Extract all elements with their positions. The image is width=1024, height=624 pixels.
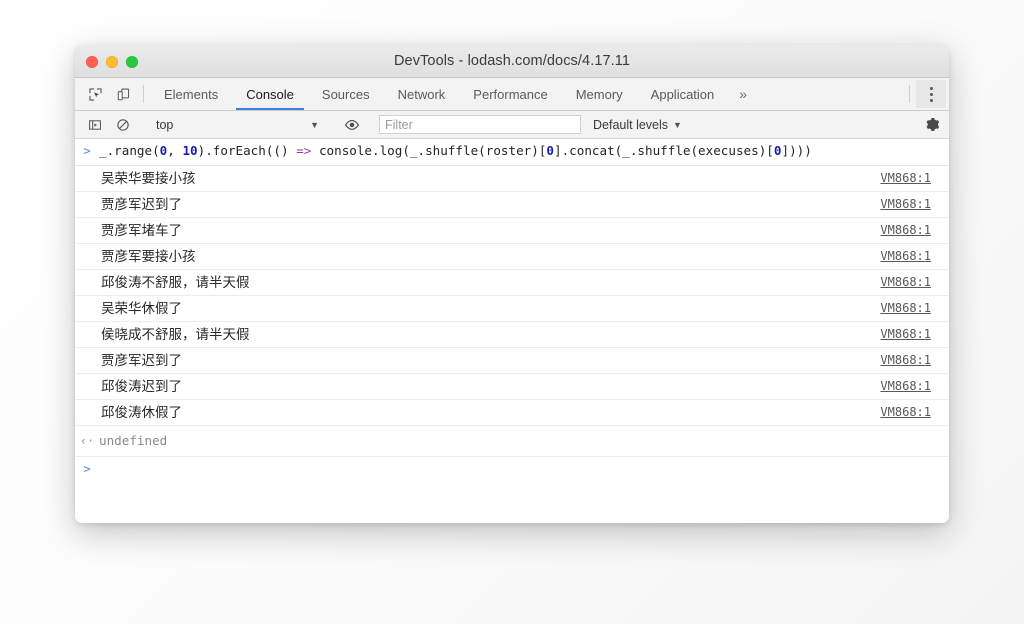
- tab-application[interactable]: Application: [637, 78, 729, 110]
- console-result-value: undefined: [99, 432, 168, 448]
- log-source-link[interactable]: VM868:1: [880, 374, 949, 399]
- console-log-row: 贾彦军堵车了 VM868:1: [75, 218, 949, 244]
- code-number: 0: [546, 143, 554, 158]
- log-gutter: [75, 204, 99, 205]
- code-part: console.log(_.shuffle(roster)[: [311, 143, 547, 158]
- code-number: 10: [182, 143, 198, 158]
- log-gutter: [75, 178, 99, 179]
- code-part: ].concat(_.shuffle(execuses)[: [554, 143, 774, 158]
- toolbar-divider: [143, 85, 144, 103]
- log-source-link[interactable]: VM868:1: [880, 348, 949, 373]
- result-marker-icon: ‹·: [79, 434, 95, 448]
- tab-sources[interactable]: Sources: [308, 78, 384, 110]
- devtools-tabbar: Elements Console Sources Network Perform…: [75, 78, 949, 111]
- window-titlebar: DevTools - lodash.com/docs/4.17.11: [75, 45, 949, 78]
- log-source-link[interactable]: VM868:1: [880, 218, 949, 243]
- log-levels-label: Default levels: [593, 117, 669, 132]
- log-source-link[interactable]: VM868:1: [880, 192, 949, 217]
- live-expression-eye-icon[interactable]: [338, 118, 366, 132]
- tab-network[interactable]: Network: [384, 78, 460, 110]
- code-part: _.range(: [99, 143, 160, 158]
- log-source-link[interactable]: VM868:1: [880, 322, 949, 347]
- panel-tabs: Elements Console Sources Network Perform…: [150, 78, 903, 110]
- log-gutter: [75, 386, 99, 387]
- clear-console-icon[interactable]: [109, 118, 137, 132]
- window-title: DevTools - lodash.com/docs/4.17.11: [393, 53, 631, 69]
- log-source-link[interactable]: VM868:1: [880, 296, 949, 321]
- console-log-row: 吴荣华休假了 VM868:1: [75, 296, 949, 322]
- execution-context-value: top: [156, 117, 174, 132]
- code-part: ).forEach((): [197, 143, 297, 158]
- prompt-marker-icon: >: [83, 144, 91, 158]
- console-log-row: 贾彦军要接小孩 VM868:1: [75, 244, 949, 270]
- log-gutter: [75, 334, 99, 335]
- tab-memory[interactable]: Memory: [562, 78, 637, 110]
- console-log-row: 吴荣华要接小孩 VM868:1: [75, 166, 949, 192]
- log-message: 贾彦军迟到了: [101, 352, 182, 368]
- tab-elements[interactable]: Elements: [150, 78, 232, 110]
- more-tabs-chevron-icon[interactable]: »: [728, 78, 758, 110]
- more-vertical-icon[interactable]: [916, 80, 946, 108]
- log-levels-select[interactable]: Default levels ▼: [593, 118, 682, 132]
- filter-input[interactable]: [379, 115, 581, 134]
- console-input-code[interactable]: _.range( 0, 10).forEach(() => console.log…: [99, 143, 949, 160]
- settings-gear-icon[interactable]: [915, 117, 949, 132]
- log-gutter: [75, 256, 99, 257]
- tab-console[interactable]: Console: [232, 78, 308, 110]
- log-message: 贾彦军要接小孩: [101, 248, 196, 264]
- code-arrow-operator: =>: [296, 143, 312, 158]
- console-log-row: 邱俊涛不舒服，请半天假 VM868:1: [75, 270, 949, 296]
- log-message: 贾彦军堵车了: [101, 222, 182, 238]
- close-button[interactable]: [86, 55, 98, 68]
- log-message: 邱俊涛迟到了: [101, 378, 182, 394]
- log-gutter: [75, 230, 99, 231]
- console-prompt-row[interactable]: >: [75, 457, 949, 481]
- code-part: ,: [167, 143, 183, 158]
- log-message: 邱俊涛不舒服，请半天假: [101, 274, 250, 290]
- log-gutter: [75, 308, 99, 309]
- devtools-window: DevTools - lodash.com/docs/4.17.11 Eleme…: [75, 45, 949, 523]
- log-source-link[interactable]: VM868:1: [880, 244, 949, 269]
- chevron-down-icon: ▼: [310, 119, 319, 130]
- log-gutter: [75, 360, 99, 361]
- device-toolbar-icon[interactable]: [109, 78, 137, 110]
- console-sidebar-toggle-icon[interactable]: [81, 118, 109, 132]
- console-log-row: 侯晓成不舒服，请半天假 VM868:1: [75, 322, 949, 348]
- log-message: 吴荣华要接小孩: [101, 170, 196, 186]
- window-controls: [86, 45, 138, 78]
- execution-context-select[interactable]: top ▼: [150, 115, 325, 135]
- log-source-link[interactable]: VM868:1: [880, 270, 949, 295]
- console-log-row: 贾彦军迟到了 VM868:1: [75, 192, 949, 218]
- console-output[interactable]: > _.range( 0, 10).forEach(() => console.l…: [75, 139, 949, 523]
- prompt-marker-icon: >: [83, 461, 91, 476]
- log-message: 侯晓成不舒服，请半天假: [101, 326, 250, 342]
- tabbar-divider: [909, 85, 910, 103]
- zoom-button[interactable]: [126, 55, 138, 68]
- minimize-button[interactable]: [106, 55, 118, 68]
- log-source-link[interactable]: VM868:1: [880, 400, 949, 425]
- console-log-row: 邱俊涛休假了 VM868:1: [75, 400, 949, 426]
- console-toolbar: top ▼ Default levels ▼: [75, 111, 949, 139]
- log-gutter: [75, 282, 99, 283]
- code-part: ]))): [781, 143, 812, 158]
- console-log-row: 贾彦军迟到了 VM868:1: [75, 348, 949, 374]
- log-source-link[interactable]: VM868:1: [880, 166, 949, 191]
- console-input-row: > _.range( 0, 10).forEach(() => console.l…: [75, 139, 949, 166]
- log-message: 吴荣华休假了: [101, 300, 182, 316]
- log-gutter: [75, 412, 99, 413]
- console-log-row: 邱俊涛迟到了 VM868:1: [75, 374, 949, 400]
- log-message: 邱俊涛休假了: [101, 404, 182, 420]
- console-result-row: ‹· undefined: [75, 426, 949, 457]
- chevron-down-icon: ▼: [673, 119, 682, 130]
- tab-performance[interactable]: Performance: [459, 78, 561, 110]
- inspect-element-icon[interactable]: [81, 78, 109, 110]
- log-message: 贾彦军迟到了: [101, 196, 182, 212]
